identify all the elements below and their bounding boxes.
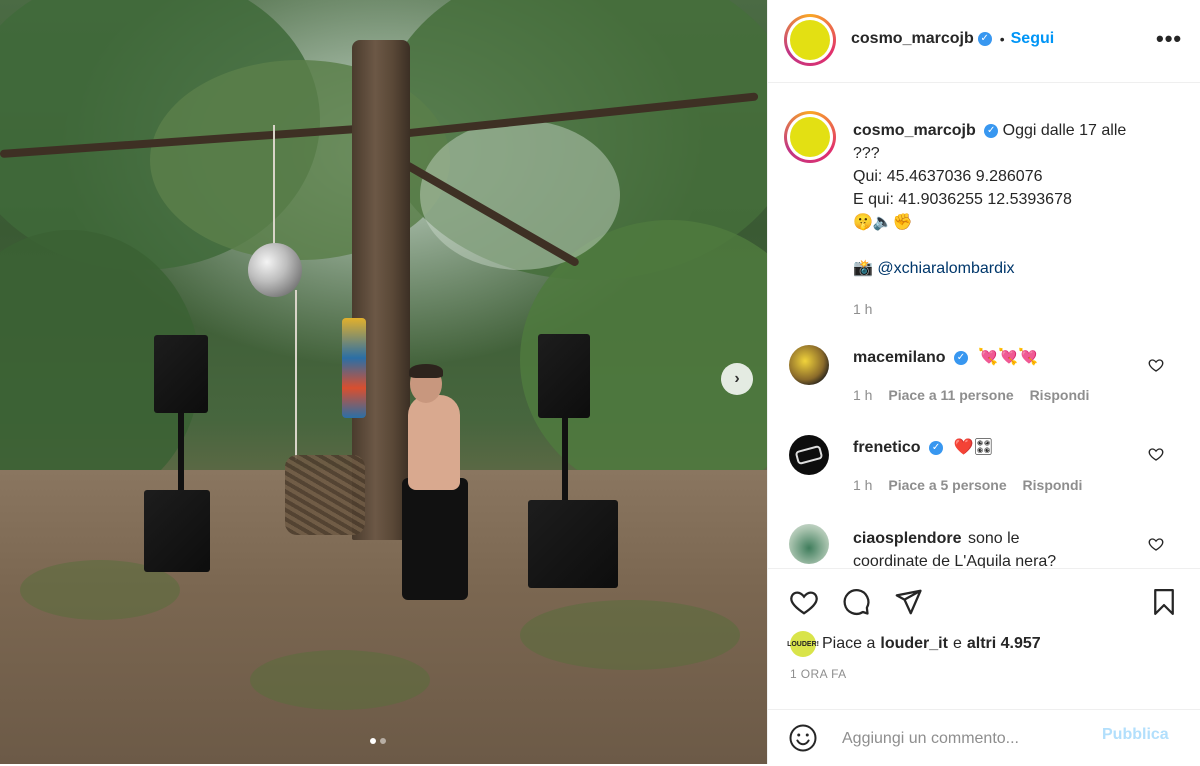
post-timestamp[interactable]: 1 ORA FA <box>790 667 847 681</box>
caption-line: E qui: 41.9036255 12.5393678 <box>853 191 1072 208</box>
post-view: › cosmo_marcojb ✓ • Segui ••• cosmo_marc… <box>0 0 1200 764</box>
speaker-stand <box>178 413 184 491</box>
comment-username[interactable]: ciaosplendore <box>853 530 961 547</box>
speaker-top-right <box>538 334 590 418</box>
comment-likes[interactable]: Piace a 5 persone <box>888 477 1006 493</box>
emoji-smiley-icon[interactable] <box>788 723 818 753</box>
caption-username[interactable]: cosmo_marcojb <box>853 122 976 139</box>
likes-prefix: Piace a <box>822 635 876 652</box>
person-hair <box>409 364 443 378</box>
comment-text: sono le <box>967 530 1020 547</box>
caption-line: Qui: 45.4637036 9.286076 <box>853 168 1043 185</box>
save-bookmark-icon[interactable] <box>1149 585 1179 619</box>
caption-emojis: 🤫🔈✊ <box>853 214 913 231</box>
comment-text: 💘💘💘 <box>978 349 1039 366</box>
disco-ball <box>248 243 302 297</box>
caption: cosmo_marcojb ✓ Oggi dalle 17 alle ??? Q… <box>853 119 1153 321</box>
comment-text: ❤️🎛 <box>953 439 994 456</box>
likes-others-link[interactable]: altri 4.957 <box>967 635 1041 653</box>
rope <box>295 290 297 460</box>
person-legs <box>402 478 468 600</box>
carousel-indicator <box>370 738 386 744</box>
liker-username[interactable]: louder_it <box>880 635 948 653</box>
verified-badge-icon: ✓ <box>977 32 992 46</box>
chevron-right-icon: › <box>734 370 740 387</box>
commenter-avatar[interactable] <box>789 435 829 475</box>
grass-patch <box>250 650 430 710</box>
subwoofer-right <box>528 500 618 588</box>
liker-avatar[interactable]: LOUDER! <box>787 631 819 657</box>
speaker-stand <box>562 418 568 502</box>
add-comment-bar: Pubblica <box>768 709 1200 766</box>
separator-dot: • <box>999 31 1005 47</box>
share-paper-plane-icon[interactable] <box>892 587 924 617</box>
comment-time[interactable]: 1 h <box>853 387 872 403</box>
woodpile <box>285 455 365 535</box>
verified-badge-icon: ✓ <box>953 350 968 365</box>
likes-middle: e <box>952 635 962 652</box>
caption-line: ??? <box>853 145 880 162</box>
verified-badge-icon: ✓ <box>984 123 999 138</box>
follow-button[interactable]: Segui <box>1011 30 1055 48</box>
verified-badge-icon: ✓ <box>929 440 944 455</box>
caption-avatar[interactable] <box>784 111 836 163</box>
publish-button[interactable]: Pubblica <box>1102 726 1169 744</box>
comment-username[interactable]: frenetico <box>853 439 921 456</box>
like-heart-icon[interactable] <box>788 587 820 617</box>
post-sidebar: cosmo_marcojb ✓ • Segui ••• cosmo_marcoj… <box>767 0 1200 764</box>
carousel-dot <box>380 738 386 744</box>
comment-text: coordinate de L'Aquila nera? <box>853 553 1057 568</box>
carousel-next-button[interactable]: › <box>721 363 753 395</box>
reply-button[interactable]: Rispondi <box>1030 387 1090 403</box>
comment-input[interactable] <box>840 724 1094 754</box>
photographer-mention[interactable]: @xchiaralombardix <box>877 260 1014 277</box>
post-actions: LOUDER! Piace a louder_it e altri 4.957 … <box>768 568 1200 765</box>
speaker-top-left <box>154 335 208 413</box>
person-torso <box>408 395 460 490</box>
caption-line: Oggi dalle 17 alle <box>1002 122 1127 139</box>
caption-time[interactable]: 1 h <box>853 298 1153 321</box>
subwoofer-left <box>144 490 210 572</box>
carousel-dot-active <box>370 738 376 744</box>
comment-bubble-icon[interactable] <box>840 587 872 617</box>
comment-like-heart-icon[interactable] <box>1148 357 1164 373</box>
comment-like-heart-icon[interactable] <box>1148 536 1164 552</box>
commenter-avatar[interactable] <box>789 345 829 385</box>
reply-button[interactable]: Rispondi <box>1023 477 1083 493</box>
towel <box>342 318 366 418</box>
post-photo[interactable]: › <box>0 0 767 764</box>
comment-like-heart-icon[interactable] <box>1148 446 1164 462</box>
camera-emoji: 📸 <box>853 260 873 277</box>
author-username[interactable]: cosmo_marcojb <box>851 30 974 48</box>
comment-likes[interactable]: Piace a 11 persone <box>888 387 1013 403</box>
post-header: cosmo_marcojb ✓ • Segui ••• <box>768 0 1200 83</box>
more-options-icon[interactable]: ••• <box>1156 26 1182 52</box>
grass-patch <box>520 600 740 670</box>
commenter-avatar[interactable] <box>789 524 829 564</box>
comment-time[interactable]: 1 h <box>853 477 872 493</box>
likes-summary: LOUDER! Piace a louder_it e altri 4.957 <box>787 631 1041 657</box>
comments-list[interactable]: cosmo_marcojb ✓ Oggi dalle 17 alle ??? Q… <box>768 83 1200 568</box>
rope <box>273 125 275 245</box>
comment-username[interactable]: macemilano <box>853 349 945 366</box>
author-avatar[interactable] <box>784 14 836 66</box>
